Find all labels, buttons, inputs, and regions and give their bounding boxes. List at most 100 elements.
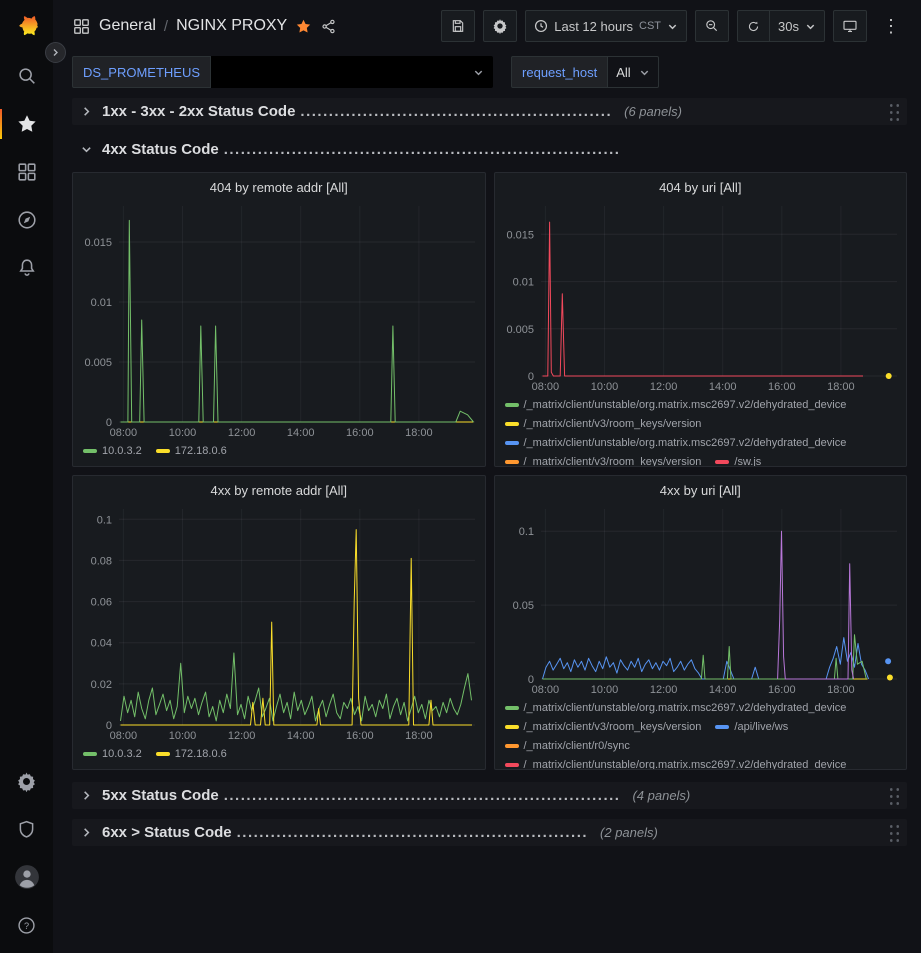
row-6xx[interactable]: 6xx > Status Code ......................… — [72, 819, 907, 846]
refresh-button[interactable] — [737, 10, 770, 42]
sidebar-item-explore[interactable] — [0, 196, 53, 244]
favorite-star-icon[interactable] — [295, 18, 312, 35]
panel-title[interactable]: 404 by remote addr [All] — [73, 173, 485, 198]
svg-text:0.06: 0.06 — [91, 597, 112, 609]
variable-request-host-label[interactable]: request_host — [511, 56, 608, 88]
zoom-out-button[interactable] — [695, 10, 729, 42]
chevron-right-icon — [51, 48, 60, 57]
legend-label: 10.0.3.2 — [102, 748, 142, 760]
row-drag-handle[interactable] — [888, 786, 901, 806]
sidebar-item-server-admin[interactable] — [0, 805, 53, 853]
legend-item[interactable]: /sw.js — [715, 455, 761, 466]
row-5xx[interactable]: 5xx Status Code ........................… — [72, 782, 907, 809]
save-dashboard-button[interactable] — [441, 10, 475, 42]
panel-title[interactable]: 4xx by uri [All] — [495, 476, 907, 501]
svg-text:16:00: 16:00 — [346, 427, 374, 439]
panel-title[interactable]: 404 by uri [All] — [495, 173, 907, 198]
time-range-picker[interactable]: Last 12 hours CST — [525, 10, 687, 42]
svg-text:0: 0 — [527, 371, 533, 383]
time-series-chart[interactable]: 08:0010:0012:0014:0016:0018:0000.0050.01… — [495, 198, 907, 396]
legend-item[interactable]: 172.18.0.6 — [156, 747, 227, 761]
sidebar-expand-button[interactable] — [45, 42, 66, 63]
legend-swatch — [505, 460, 519, 464]
legend-item[interactable]: /_matrix/client/unstable/org.matrix.msc2… — [505, 436, 847, 450]
legend-swatch — [505, 744, 519, 748]
panel-4xx-by-remote-addr: 4xx by remote addr [All] 08:0010:0012:00… — [72, 475, 486, 770]
legend-swatch — [156, 752, 170, 756]
share-icon[interactable] — [320, 18, 337, 35]
legend-label: /_matrix/client/r0/sync — [524, 740, 630, 752]
svg-text:10:00: 10:00 — [590, 684, 618, 696]
time-range-label: Last 12 hours — [554, 19, 633, 34]
sidebar-item-alerting[interactable] — [0, 244, 53, 292]
timezone-label: CST — [639, 20, 661, 32]
refresh-group: 30s — [737, 10, 825, 42]
gear-icon — [492, 18, 508, 34]
panel-4xx-by-uri: 4xx by uri [All] 08:0010:0012:0014:0016:… — [494, 475, 908, 770]
breadcrumb-dashboard-title[interactable]: NGINX PROXY — [176, 17, 287, 35]
panel-title[interactable]: 4xx by remote addr [All] — [73, 476, 485, 501]
row-drag-handle[interactable] — [888, 823, 901, 843]
sidebar-item-configuration[interactable] — [0, 757, 53, 805]
kebab-menu-icon[interactable]: ⋮ — [875, 10, 907, 42]
svg-text:0.08: 0.08 — [91, 555, 112, 567]
legend-item[interactable]: /api/live/ws — [715, 720, 788, 734]
time-series-chart[interactable]: 08:0010:0012:0014:0016:0018:0000.0050.01… — [73, 198, 485, 442]
shield-icon — [16, 819, 37, 840]
legend-item[interactable]: /_matrix/client/v3/room_keys/version — [505, 720, 702, 734]
sidebar: ? — [0, 0, 53, 953]
legend: /_matrix/client/unstable/org.matrix.msc2… — [495, 699, 907, 769]
legend-item[interactable]: 172.18.0.6 — [156, 444, 227, 458]
row-chevron-right-icon[interactable] — [78, 104, 94, 120]
row-panel-count: (4 panels) — [632, 788, 690, 803]
time-series-chart[interactable]: 08:0010:0012:0014:0016:0018:0000.020.040… — [73, 501, 485, 745]
legend-item[interactable]: /_matrix/client/v3/room_keys/version — [505, 417, 702, 431]
legend-swatch — [83, 449, 97, 453]
refresh-interval-dropdown[interactable]: 30s — [770, 10, 825, 42]
legend-swatch — [505, 441, 519, 445]
legend-label: /api/live/ws — [734, 721, 788, 733]
cycle-view-mode-button[interactable] — [833, 10, 867, 42]
row-drag-handle[interactable] — [888, 102, 901, 122]
grafana-logo[interactable] — [0, 0, 53, 52]
legend-label: /_matrix/client/unstable/org.matrix.msc2… — [524, 702, 847, 714]
row-panel-count: (6 panels) — [624, 104, 682, 119]
legend: /_matrix/client/unstable/org.matrix.msc2… — [495, 396, 907, 466]
row-leader-dots: ........................................… — [237, 824, 588, 841]
panel-404-by-remote-addr: 404 by remote addr [All] 08:0010:0012:00… — [72, 172, 486, 467]
row-chevron-right-icon[interactable] — [78, 788, 94, 804]
breadcrumb-folder[interactable]: General — [99, 17, 156, 35]
dashboard-settings-button[interactable] — [483, 10, 517, 42]
legend-item[interactable]: /_matrix/client/unstable/org.matrix.msc2… — [505, 398, 847, 412]
variable-datasource-value[interactable] — [211, 56, 493, 88]
svg-text:0: 0 — [106, 417, 112, 429]
sidebar-item-dashboards[interactable] — [0, 148, 53, 196]
legend-item[interactable]: 10.0.3.2 — [83, 444, 142, 458]
legend-item[interactable]: 10.0.3.2 — [83, 747, 142, 761]
legend-item[interactable]: /_matrix/client/r0/sync — [505, 739, 630, 753]
row-chevron-down-icon[interactable] — [78, 142, 94, 158]
compass-icon — [16, 209, 38, 231]
svg-text:0.05: 0.05 — [512, 600, 533, 612]
svg-text:0: 0 — [106, 720, 112, 732]
variable-datasource-label[interactable]: DS_PROMETHEUS — [72, 56, 211, 88]
legend-item[interactable]: /_matrix/client/v3/room_keys/version — [505, 455, 702, 466]
legend-item[interactable]: /_matrix/client/unstable/org.matrix.msc2… — [505, 701, 847, 715]
time-series-chart[interactable]: 08:0010:0012:0014:0016:0018:0000.050.1 — [495, 501, 907, 699]
svg-text:08:00: 08:00 — [110, 730, 138, 742]
row-title: 5xx Status Code — [102, 787, 219, 804]
row-chevron-right-icon[interactable] — [78, 825, 94, 841]
svg-text:08:00: 08:00 — [110, 427, 138, 439]
monitor-icon — [842, 18, 858, 34]
sidebar-item-starred[interactable] — [0, 100, 53, 148]
sidebar-item-profile[interactable] — [0, 853, 53, 901]
legend-item[interactable]: /_matrix/client/unstable/org.matrix.msc2… — [505, 758, 847, 769]
svg-text:08:00: 08:00 — [531, 684, 559, 696]
sidebar-item-search[interactable] — [0, 52, 53, 100]
svg-text:18:00: 18:00 — [405, 730, 433, 742]
row-1xx-3xx-2xx[interactable]: 1xx - 3xx - 2xx Status Code ............… — [72, 98, 907, 125]
row-4xx[interactable]: 4xx Status Code ........................… — [72, 136, 907, 163]
variable-request-host-value[interactable]: All — [608, 56, 658, 88]
sidebar-item-help[interactable]: ? — [0, 901, 53, 949]
legend-label: /_matrix/client/v3/room_keys/version — [524, 418, 702, 430]
